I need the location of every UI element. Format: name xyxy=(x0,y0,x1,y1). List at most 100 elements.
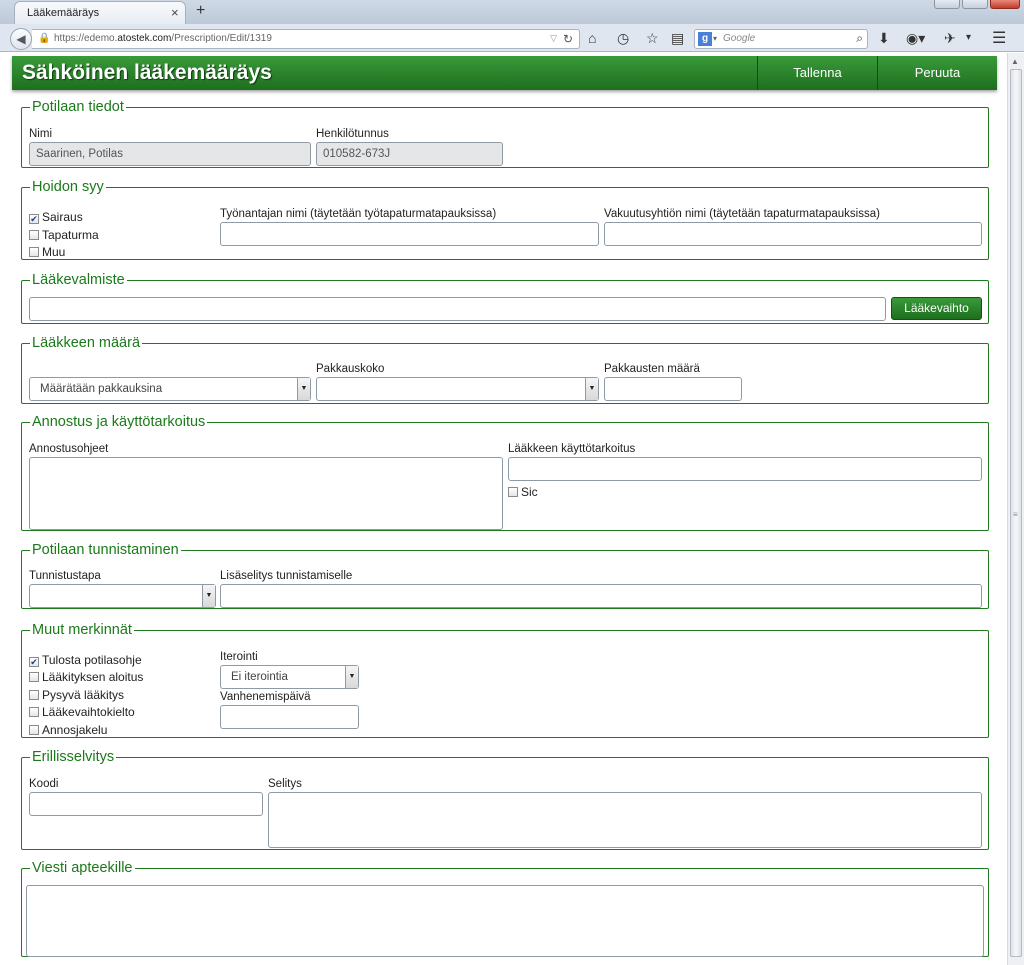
page-content: Sähköinen lääkemääräys Tallenna Peruuta … xyxy=(0,53,1006,965)
pack-size-label: Pakkauskoko xyxy=(316,363,385,375)
purpose-label: Lääkkeen käyttötarkoitus xyxy=(508,443,636,455)
download-icon[interactable]: ⬇ xyxy=(878,30,890,47)
toolbar-dropdown-icon[interactable]: ▾ xyxy=(966,32,971,43)
code-field[interactable] xyxy=(29,792,263,816)
home-icon[interactable]: ⌂ xyxy=(588,30,596,46)
checkbox-checked-icon: ✔ xyxy=(29,657,39,667)
patient-section: Potilaan tiedot Nimi Saarinen, Potilas H… xyxy=(21,100,989,168)
iteration-label: Iterointi xyxy=(220,651,258,663)
pharmacy-message-textarea[interactable] xyxy=(26,885,984,957)
product-field[interactable] xyxy=(29,297,886,321)
identification-section: Potilaan tunnistaminen Tunnistustapa ▼ L… xyxy=(21,543,989,609)
search-go-icon[interactable]: ⌕ xyxy=(856,31,863,46)
substitution-button[interactable]: Lääkevaihto xyxy=(891,297,982,320)
header-bar: Sähköinen lääkemääräys Tallenna Peruuta xyxy=(12,56,997,90)
dropdown-arrow-icon[interactable]: ▼ xyxy=(345,666,358,688)
checkbox-sic[interactable]: Sic xyxy=(508,485,538,499)
close-window-button[interactable] xyxy=(990,0,1020,9)
insurer-field[interactable] xyxy=(604,222,982,246)
product-section: Lääkevalmiste Lääkevaihto xyxy=(21,273,989,324)
addon-icon[interactable]: ◉▾ xyxy=(906,30,925,47)
dropdown-arrow-icon[interactable]: ▼ xyxy=(297,378,310,400)
id-method-label: Tunnistustapa xyxy=(29,570,101,582)
browser-tab[interactable]: Lääkemääräys × xyxy=(14,1,186,24)
checkbox-medication-start[interactable]: Lääkityksen aloitus xyxy=(29,670,143,684)
checkbox-substitution-ban[interactable]: Lääkevaihtokielto xyxy=(29,705,135,719)
checkbox-sairaus[interactable]: ✔ Sairaus xyxy=(29,210,83,224)
code-label: Koodi xyxy=(29,778,59,790)
maximize-button[interactable] xyxy=(962,0,988,9)
minimize-button[interactable] xyxy=(934,0,960,9)
window-controls xyxy=(934,0,1020,10)
checkbox-checked-icon: ✔ xyxy=(29,214,39,224)
save-button[interactable]: Tallenna xyxy=(757,56,877,90)
history-icon[interactable]: ◷ xyxy=(617,30,629,47)
back-icon[interactable]: ◀ xyxy=(10,28,32,50)
expiry-date-field[interactable] xyxy=(220,705,359,729)
dosage-instructions-textarea[interactable] xyxy=(29,457,503,530)
ssn-field[interactable]: 010582-673J xyxy=(316,142,503,166)
new-tab-icon[interactable]: + xyxy=(196,2,205,20)
separate-report-legend: Erillisselvitys xyxy=(32,749,115,765)
dropdown-arrow-icon[interactable]: ▼ xyxy=(585,378,598,400)
page-title: Sähköinen lääkemääräys xyxy=(22,61,272,84)
scrollbar[interactable]: ▲ ≡ xyxy=(1007,53,1024,965)
nav-bar: ◀ 🔒 https://edemo.atostek.com/Prescripti… xyxy=(0,24,1024,52)
id-details-field[interactable] xyxy=(220,584,982,608)
grip-icon: ≡ xyxy=(1013,510,1018,519)
separate-report-section: Erillisselvitys Koodi Selitys xyxy=(21,750,989,850)
expiry-label: Vanhenemispäivä xyxy=(220,691,311,703)
pharmacy-message-legend: Viesti apteekille xyxy=(32,860,133,876)
id-method-select[interactable]: ▼ xyxy=(29,584,216,608)
pharmacy-message-section: Viesti apteekille xyxy=(21,861,989,957)
ssn-label: Henkilötunnus xyxy=(316,128,389,140)
explanation-textarea[interactable] xyxy=(268,792,982,848)
menu-icon[interactable]: ☰ xyxy=(992,28,1006,48)
pack-count-field[interactable] xyxy=(604,377,742,401)
extension-icon[interactable]: ✈ xyxy=(944,30,956,47)
scroll-thumb[interactable]: ≡ xyxy=(1010,69,1022,957)
checkbox-tapaturma[interactable]: Tapaturma xyxy=(29,228,99,242)
checkbox-permanent-medication[interactable]: Pysyvä lääkitys xyxy=(29,688,124,702)
quantity-mode-value: Määrätään pakkauksina xyxy=(40,383,163,395)
iteration-value: Ei iterointia xyxy=(231,671,288,683)
name-label: Nimi xyxy=(29,128,52,140)
cancel-button[interactable]: Peruuta xyxy=(877,56,997,90)
checkbox-dose-dispensing[interactable]: Annosjakelu xyxy=(29,723,107,737)
tab-strip: Lääkemääräys × + xyxy=(0,0,1024,24)
patient-legend: Potilaan tiedot xyxy=(32,99,124,115)
quantity-section: Lääkkeen määrä Määrätään pakkauksina ▼ P… xyxy=(21,336,989,404)
employer-label: Työnantajan nimi (täytetään työtapaturma… xyxy=(220,208,497,220)
employer-field[interactable] xyxy=(220,222,599,246)
explanation-label: Selitys xyxy=(268,778,302,790)
iteration-select[interactable]: Ei iterointia ▼ xyxy=(220,665,359,689)
reading-list-icon[interactable]: ▤ xyxy=(671,30,684,47)
search-input[interactable]: g ▾ Google ⌕ xyxy=(694,29,868,49)
url-text: https://edemo.atostek.com/Prescription/E… xyxy=(54,33,272,44)
search-engine-dropdown-icon[interactable]: ▾ xyxy=(713,34,717,43)
pack-size-select[interactable]: ▼ xyxy=(316,377,599,401)
tab-close-icon[interactable]: × xyxy=(171,5,179,20)
lock-icon: 🔒 xyxy=(38,33,51,44)
care-reason-section: Hoidon syy ✔ Sairaus Tapaturma Muu Työnan… xyxy=(21,180,989,260)
other-markings-section: Muut merkinnät ✔ Tulosta potilasohje Lääk… xyxy=(21,623,989,738)
id-details-label: Lisäselitys tunnistamiselle xyxy=(220,570,353,582)
checkbox-muu[interactable]: Muu xyxy=(29,245,65,259)
care-reason-legend: Hoidon syy xyxy=(32,179,104,195)
url-dropdown-icon[interactable]: ▽ xyxy=(550,33,557,44)
purpose-field[interactable] xyxy=(508,457,982,481)
name-field[interactable]: Saarinen, Potilas xyxy=(29,142,311,166)
search-placeholder: Google xyxy=(723,33,756,44)
tab-title: Lääkemääräys xyxy=(27,7,100,19)
bookmark-star-icon[interactable]: ☆ xyxy=(646,30,659,47)
url-bar[interactable]: 🔒 https://edemo.atostek.com/Prescription… xyxy=(32,29,580,49)
quantity-mode-select[interactable]: Määrätään pakkauksina ▼ xyxy=(29,377,311,401)
dropdown-arrow-icon[interactable]: ▼ xyxy=(202,585,215,607)
dosage-legend: Annostus ja käyttötarkoitus xyxy=(32,414,206,430)
reload-icon[interactable]: ↻ xyxy=(563,32,573,46)
google-icon[interactable]: g xyxy=(698,32,712,46)
checkbox-print-patient-instructions[interactable]: ✔ Tulosta potilasohje xyxy=(29,653,142,667)
insurer-label: Vakuutusyhtiön nimi (täytetään tapaturma… xyxy=(604,208,880,220)
dosage-instructions-label: Annostusohjeet xyxy=(29,443,109,455)
scroll-up-icon[interactable]: ▲ xyxy=(1011,57,1019,66)
